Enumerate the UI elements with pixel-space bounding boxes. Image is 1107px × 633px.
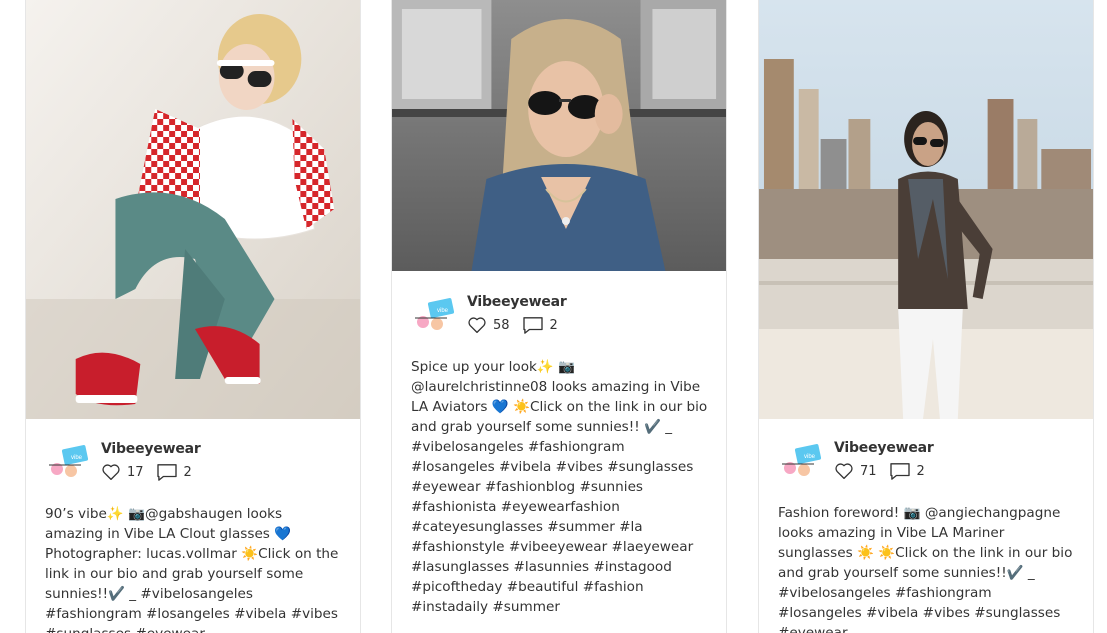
post-meta: vibe Vibeeyewear 71 2 Fashion foreword! …: [778, 438, 1077, 633]
heart-icon: [102, 464, 120, 481]
svg-text:vibe: vibe: [71, 455, 83, 461]
comment-icon: [522, 317, 543, 334]
author-row: vibe Vibeeyewear 58 2: [411, 292, 710, 342]
author-name[interactable]: Vibeeyewear: [834, 440, 934, 456]
photo-woman-checkered-sleeves: [26, 0, 360, 419]
author-row: vibe Vibeeyewear 17 2: [45, 439, 344, 489]
comment-icon: [889, 463, 910, 480]
post-photo[interactable]: [759, 0, 1093, 419]
like-count: 71: [860, 463, 877, 479]
post-caption: Spice up your look✨ 📷 @laurelchristinne0…: [411, 359, 712, 615]
comment-count: 2: [916, 463, 925, 479]
post-card[interactable]: vibe Vibeeyewear 71 2 Fashion foreword! …: [758, 0, 1094, 633]
vibe-logo-avatar[interactable]: vibe: [411, 294, 459, 338]
post-stats: 58 2: [467, 316, 570, 334]
comment-button[interactable]: 2: [156, 463, 192, 481]
heart-icon: [835, 463, 853, 480]
author-row: vibe Vibeeyewear 71 2: [778, 438, 1077, 488]
svg-text:vibe: vibe: [437, 308, 449, 314]
like-button[interactable]: 17: [101, 463, 144, 481]
instagram-feed-grid: vibe Vibeeyewear 17 2 90’s vibe✨ 📷@gabsh…: [0, 0, 1107, 633]
photo-woman-aviators: [392, 0, 726, 271]
vibe-logo-avatar[interactable]: vibe: [45, 441, 93, 485]
like-button[interactable]: 58: [467, 316, 510, 334]
post-caption: Fashion foreword! 📷 @angiechangpagne loo…: [778, 505, 1077, 633]
comment-count: 2: [183, 464, 192, 480]
like-count: 58: [493, 317, 510, 333]
author-name[interactable]: Vibeeyewear: [467, 294, 567, 310]
comment-count: 2: [549, 317, 558, 333]
comment-icon: [156, 464, 177, 481]
photo-woman-rooftop-city: [759, 0, 1093, 419]
vibe-logo-avatar[interactable]: vibe: [778, 440, 826, 484]
post-caption: 90’s vibe✨ 📷@gabshaugen looks amazing in…: [45, 506, 339, 633]
heart-icon: [468, 317, 486, 334]
post-photo[interactable]: [392, 0, 726, 271]
post-meta: vibe Vibeeyewear 17 2 90’s vibe✨ 📷@gabsh…: [45, 439, 344, 633]
post-photo[interactable]: [26, 0, 360, 419]
post-meta: vibe Vibeeyewear 58 2 Spice up your look…: [411, 292, 710, 617]
like-button[interactable]: 71: [834, 462, 877, 480]
post-card[interactable]: vibe Vibeeyewear 17 2 90’s vibe✨ 📷@gabsh…: [25, 0, 361, 633]
post-stats: 17 2: [101, 463, 204, 481]
comment-button[interactable]: 2: [522, 316, 558, 334]
author-name[interactable]: Vibeeyewear: [101, 441, 201, 457]
post-card[interactable]: vibe Vibeeyewear 58 2 Spice up your look…: [391, 0, 727, 633]
post-stats: 71 2: [834, 462, 937, 480]
svg-text:vibe: vibe: [804, 454, 816, 460]
like-count: 17: [127, 464, 144, 480]
comment-button[interactable]: 2: [889, 462, 925, 480]
